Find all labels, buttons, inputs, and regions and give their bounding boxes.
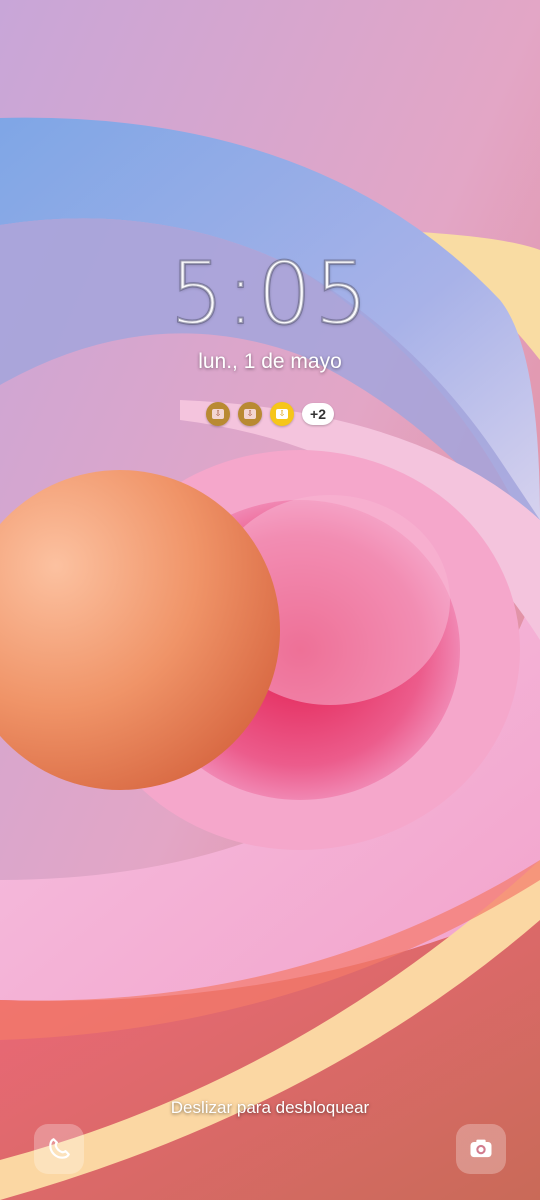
- phone-shortcut-button[interactable]: [34, 1124, 84, 1174]
- lockscreen-clock: 5:05: [168, 243, 371, 345]
- lock-screen[interactable]: 5:05 lun., 1 de mayo ⇩ ⇩ ⇩ +2 Deslizar p…: [0, 0, 540, 1200]
- download-app-icon[interactable]: ⇩: [238, 402, 262, 426]
- camera-shortcut-button[interactable]: [456, 1124, 506, 1174]
- download-app-icon[interactable]: ⇩: [206, 402, 230, 426]
- camera-icon: [470, 1139, 492, 1158]
- download-icon[interactable]: ⇩: [270, 402, 294, 426]
- notification-icons-row[interactable]: ⇩ ⇩ ⇩ +2: [0, 402, 540, 426]
- lockscreen-date: lun., 1 de mayo: [198, 350, 342, 373]
- more-notifications-badge[interactable]: +2: [302, 403, 334, 425]
- wallpaper: [0, 0, 540, 1200]
- phone-icon: [49, 1138, 70, 1159]
- swipe-to-unlock-hint: Deslizar para desbloquear: [170, 1098, 370, 1117]
